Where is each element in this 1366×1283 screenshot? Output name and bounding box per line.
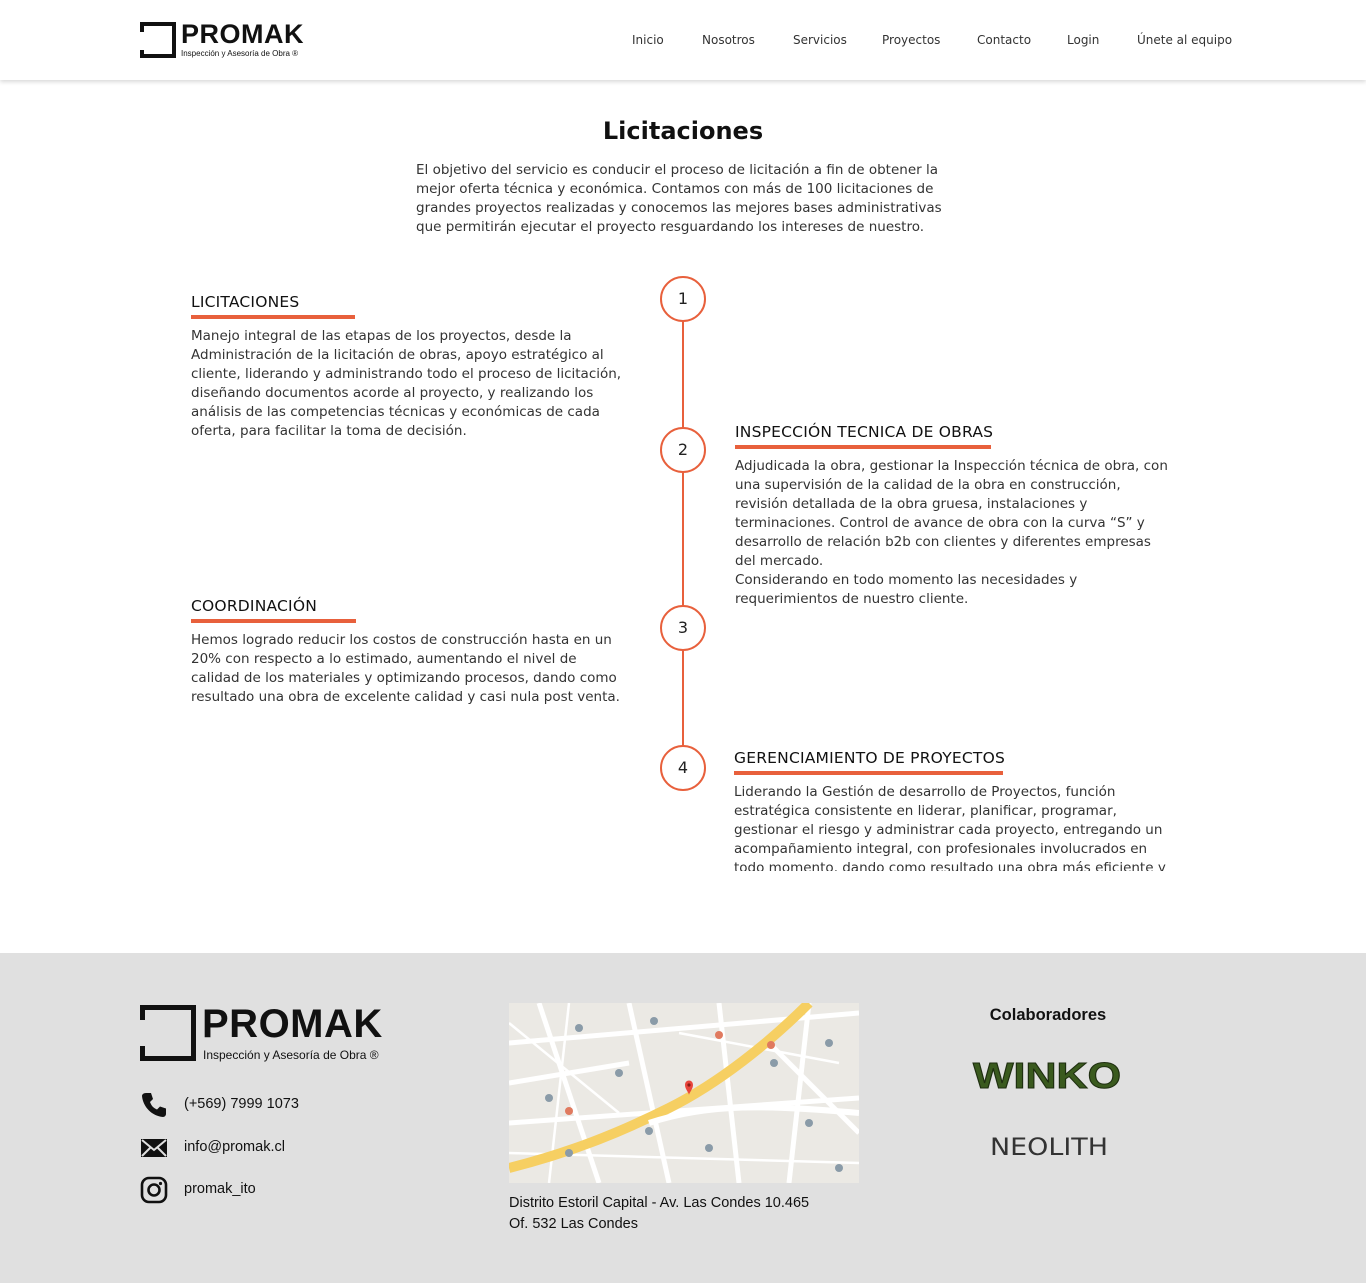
footer-logo-brand: PROMAK bbox=[202, 1002, 383, 1046]
map-graphic bbox=[509, 1003, 859, 1183]
mail-icon bbox=[141, 1139, 167, 1157]
step-1-title: LICITACIONES bbox=[191, 293, 300, 311]
winko-logo-text: WINKO bbox=[973, 1058, 1121, 1092]
address-line-1: Distrito Estoril Capital - Av. Las Conde… bbox=[509, 1195, 810, 1211]
step-2-text: Adjudicada la obra, gestionar la Inspecc… bbox=[735, 458, 1168, 569]
logo-tagline: Inspección y Asesoría de Obra ® bbox=[181, 49, 299, 58]
neolith-logo[interactable]: NEOLITH bbox=[990, 1131, 1110, 1161]
nav-nosotros[interactable]: Nosotros bbox=[702, 33, 755, 47]
timeline-step-4-number: 4 bbox=[660, 745, 706, 791]
winko-logo[interactable]: WINKO bbox=[971, 1058, 1127, 1092]
instagram-icon bbox=[140, 1176, 168, 1204]
nav-login[interactable]: Login bbox=[1067, 33, 1099, 47]
nav-proyectos[interactable]: Proyectos bbox=[882, 33, 940, 47]
main-nav: Inicio Nosotros Servicios Proyectos Cont… bbox=[0, 33, 1366, 49]
phone-icon bbox=[142, 1093, 166, 1117]
intro-text: El objetivo del servicio es conducir el … bbox=[416, 162, 942, 235]
step-1-underline bbox=[191, 315, 355, 319]
timeline-line bbox=[682, 320, 684, 770]
step-2-text-block: Adjudicada la obra, gestionar la Inspecc… bbox=[735, 457, 1175, 609]
collaborators-title: Colaboradores bbox=[989, 1006, 1107, 1024]
address-line-2: Of. 532 Las Condes bbox=[509, 1216, 638, 1232]
step-4-title: GERENCIAMIENTO DE PROYECTOS bbox=[734, 749, 1006, 767]
nav-servicios[interactable]: Servicios bbox=[793, 33, 847, 47]
footer-logo-tagline: Inspección y Asesoría de Obra ® bbox=[203, 1048, 379, 1062]
step-1-text: Manejo integral de las etapas de los pro… bbox=[191, 328, 622, 439]
timeline-step-2-number: 2 bbox=[660, 427, 706, 473]
step-3-underline bbox=[191, 619, 356, 623]
location-map[interactable] bbox=[509, 1003, 859, 1183]
step-4-text: Liderando la Gestión de desarrollo de Pr… bbox=[734, 784, 1166, 871]
instagram-text: promak_ito bbox=[184, 1181, 256, 1197]
nav-join-team[interactable]: Únete al equipo bbox=[1137, 33, 1232, 47]
page-title: Licitaciones bbox=[602, 117, 764, 145]
neolith-logo-text: NEOLITH bbox=[990, 1133, 1108, 1161]
step-2-text-extra: Considerando en todo momento las necesid… bbox=[735, 572, 1078, 607]
timeline-step-1-number: 1 bbox=[660, 276, 706, 322]
site-footer: PROMAK Inspección y Asesoría de Obra ® (… bbox=[0, 953, 1366, 1283]
step-3-text: Hemos logrado reducir los costos de cons… bbox=[191, 632, 620, 705]
step-3-title: COORDINACIÓN bbox=[191, 597, 318, 615]
step-4-underline bbox=[734, 771, 1003, 775]
site-header: PROMAK Inspección y Asesoría de Obra ® I… bbox=[0, 0, 1366, 80]
email-text: info@promak.cl bbox=[184, 1139, 285, 1155]
footer-logo-mark-icon bbox=[140, 1005, 196, 1061]
address: Distrito Estoril Capital - Av. Las Conde… bbox=[509, 1193, 869, 1235]
nav-inicio[interactable]: Inicio bbox=[632, 33, 664, 47]
footer-logo[interactable]: PROMAK Inspección y Asesoría de Obra ® bbox=[140, 1002, 410, 1063]
step-2-underline bbox=[735, 445, 991, 449]
phone-text: (+569) 7999 1073 bbox=[184, 1096, 299, 1112]
timeline-step-3-number: 3 bbox=[660, 605, 706, 651]
step-2-title: INSPECCIÓN TECNICA DE OBRAS bbox=[735, 423, 994, 441]
nav-contacto[interactable]: Contacto bbox=[977, 33, 1031, 47]
